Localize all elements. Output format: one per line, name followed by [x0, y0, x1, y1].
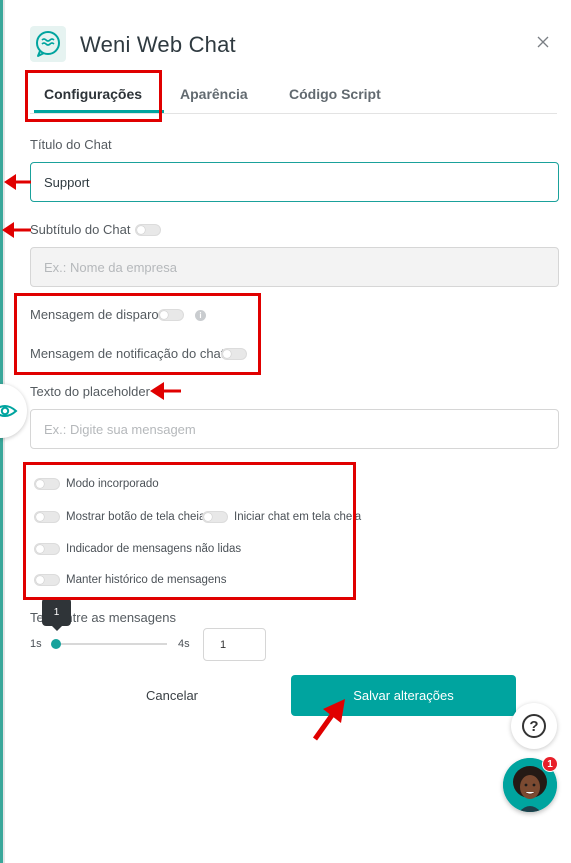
- question-icon: ?: [522, 714, 546, 738]
- chat-subtitle-label: Subtítulo do Chat: [30, 222, 131, 237]
- preview-toggle-button[interactable]: [0, 384, 27, 438]
- interval-slider-track[interactable]: [55, 643, 167, 645]
- unread-badge: 1: [542, 756, 558, 772]
- chat-title-input[interactable]: Support: [30, 162, 559, 202]
- close-icon[interactable]: [535, 34, 551, 50]
- interval-number-value: 1: [220, 638, 227, 651]
- cancel-button[interactable]: Cancelar: [122, 676, 222, 714]
- chat-title-value: Support: [44, 174, 90, 190]
- annotation-arrow-placeholder: [150, 382, 181, 400]
- annotation-box-messages: [14, 293, 261, 375]
- chat-subtitle-toggle[interactable]: [135, 224, 161, 236]
- placeholder-text-label: Texto do placeholder: [30, 384, 150, 399]
- weni-chat-logo-icon: [30, 26, 66, 62]
- chat-subtitle-placeholder: Ex.: Nome da empresa: [44, 259, 177, 275]
- chat-title-label: Título do Chat: [30, 137, 112, 152]
- annotation-box-tab: [25, 70, 162, 122]
- slider-tooltip-value: 1: [53, 606, 60, 618]
- eye-icon: [0, 405, 18, 417]
- chat-subtitle-input[interactable]: Ex.: Nome da empresa: [30, 247, 559, 287]
- tab-aparencia[interactable]: Aparência: [180, 86, 248, 102]
- slider-max-label: 4s: [178, 638, 190, 650]
- placeholder-text-placeholder: Ex.: Digite sua mensagem: [44, 421, 196, 437]
- annotation-arrow-save: [312, 699, 345, 741]
- slider-tooltip: 1: [42, 598, 71, 631]
- annotation-arrow-subtitle: [2, 222, 31, 238]
- page-title: Weni Web Chat: [80, 32, 236, 57]
- panel-header: Weni Web Chat: [30, 26, 551, 66]
- help-button[interactable]: ?: [511, 703, 557, 749]
- annotation-arrow-title: [4, 174, 31, 190]
- tab-codigo-script[interactable]: Código Script: [289, 86, 381, 102]
- slider-min-label: 1s: [30, 638, 42, 650]
- annotation-box-toggles: [23, 462, 356, 600]
- interval-slider-thumb[interactable]: [51, 639, 61, 649]
- placeholder-text-input[interactable]: Ex.: Digite sua mensagem: [30, 409, 559, 449]
- interval-number-input[interactable]: 1: [203, 628, 266, 661]
